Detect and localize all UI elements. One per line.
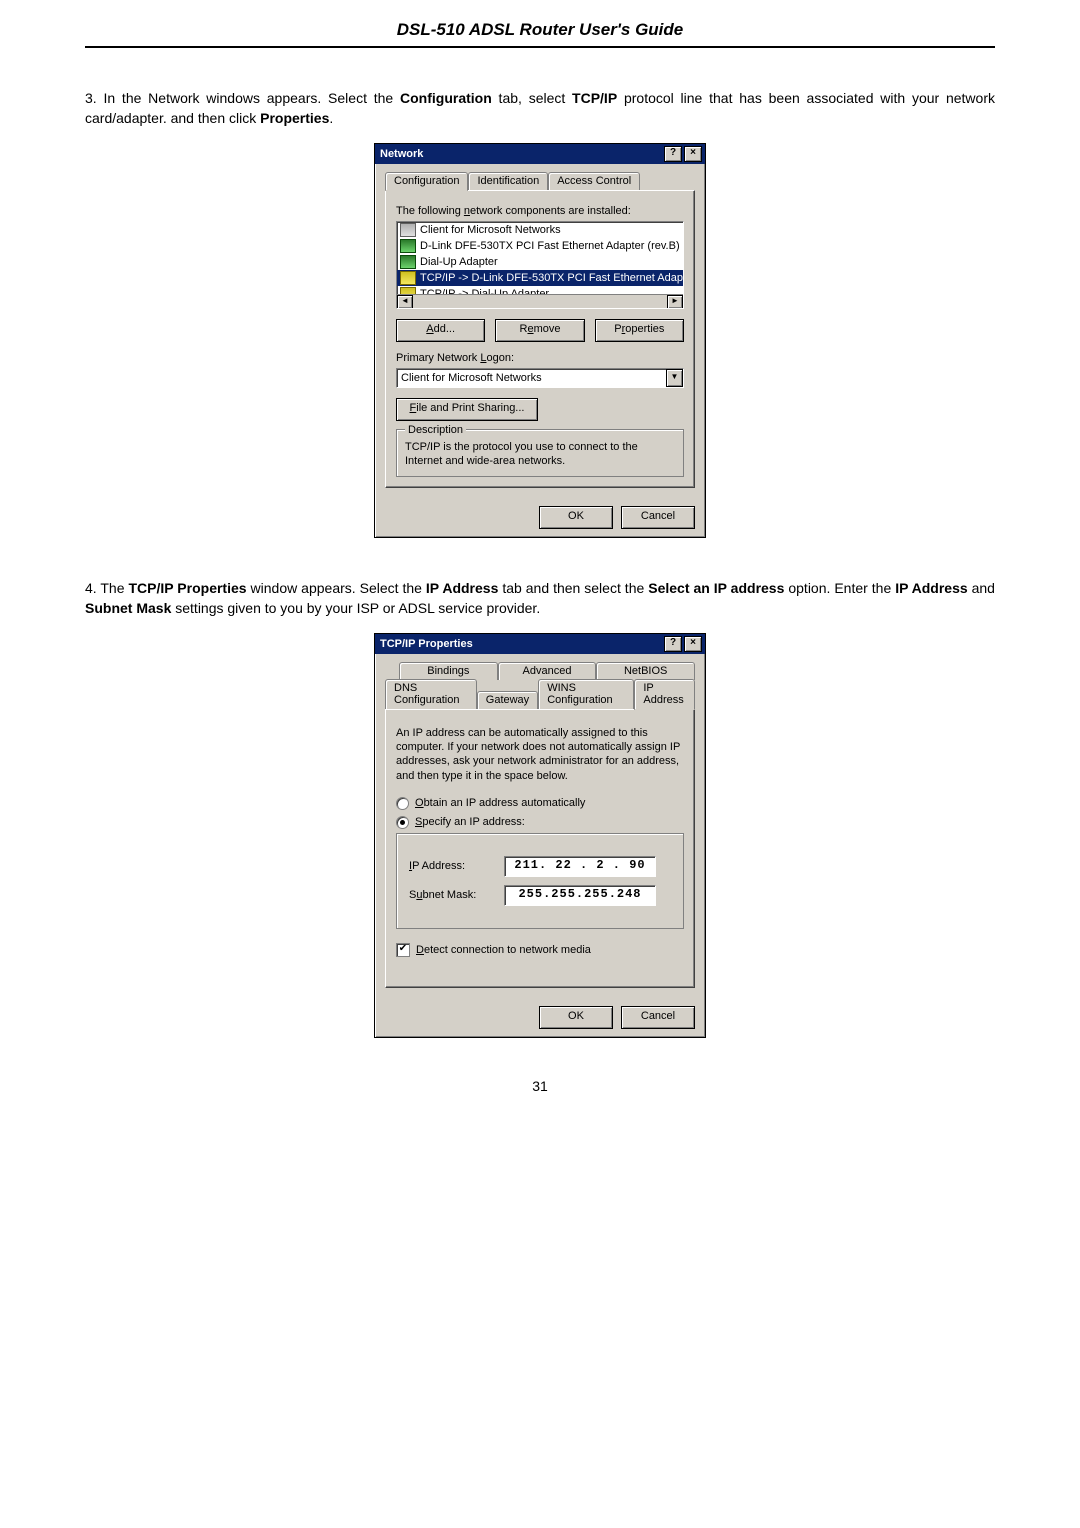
tab-ip-address[interactable]: IP Address	[634, 679, 695, 710]
tab-identification[interactable]: Identification	[468, 172, 548, 190]
tab-configuration[interactable]: Configuration	[385, 172, 468, 191]
primary-logon-combo[interactable]: Client for Microsoft Networks ▼	[396, 368, 684, 388]
nic-icon	[400, 239, 416, 253]
doc-title: DSL-510 ADSL Router User's Guide	[85, 20, 995, 46]
radio-icon	[396, 797, 409, 810]
radio-obtain-auto[interactable]: Obtain an IP address automatically	[396, 797, 684, 810]
ip-address-label: IP Address:	[409, 860, 494, 872]
header-rule	[85, 46, 995, 48]
components-label: The following network components are ins…	[396, 205, 684, 217]
properties-button[interactable]: Properties	[595, 319, 684, 342]
radio-icon	[396, 816, 409, 829]
h-scrollbar[interactable]: ◄ ►	[397, 294, 683, 308]
protocol-icon	[400, 271, 416, 285]
help-icon[interactable]: ?	[664, 146, 682, 162]
remove-button[interactable]: Remove	[495, 319, 584, 342]
list-item-selected[interactable]: TCP/IP -> D-Link DFE-530TX PCI Fast Ethe…	[397, 270, 683, 286]
step4-text: 4. The TCP/IP Properties window appears.…	[85, 578, 995, 619]
network-dialog: Network ? × Configuration Identification…	[374, 143, 706, 539]
specify-ip-group: IP Address: 211. 22 . 2 . 90 Subnet Mask…	[396, 833, 684, 929]
cancel-button[interactable]: Cancel	[621, 1006, 695, 1029]
network-titlebar: Network ? ×	[375, 144, 705, 164]
subnet-mask-input[interactable]: 255.255.255.248	[504, 885, 656, 906]
components-listbox[interactable]: Client for Microsoft Networks D-Link DFE…	[396, 221, 684, 309]
detect-connection-checkbox[interactable]: ✔ Detect connection to network media	[396, 943, 684, 957]
help-icon[interactable]: ?	[664, 636, 682, 652]
primary-logon-label: Primary Network Logon:	[396, 352, 684, 364]
scroll-right-icon[interactable]: ►	[667, 295, 683, 309]
tab-advanced[interactable]: Advanced	[498, 662, 597, 680]
ok-button[interactable]: OK	[539, 506, 613, 529]
add-button[interactable]: Add...	[396, 319, 485, 342]
description-group: Description TCP/IP is the protocol you u…	[396, 429, 684, 478]
step3-text: 3. In the Network windows appears. Selec…	[85, 88, 995, 129]
network-title: Network	[378, 148, 662, 160]
primary-logon-value: Client for Microsoft Networks	[397, 371, 666, 385]
chevron-down-icon[interactable]: ▼	[666, 369, 683, 387]
checkbox-icon: ✔	[396, 943, 410, 957]
description-title: Description	[405, 424, 466, 436]
client-icon	[400, 223, 416, 237]
page-number: 31	[85, 1078, 995, 1094]
ip-help-text: An IP address can be automatically assig…	[396, 726, 684, 783]
tab-netbios[interactable]: NetBIOS	[596, 662, 695, 680]
tab-bindings[interactable]: Bindings	[399, 662, 498, 680]
network-tabs: Configuration Identification Access Cont…	[385, 172, 695, 190]
ok-button[interactable]: OK	[539, 1006, 613, 1029]
list-item[interactable]: D-Link DFE-530TX PCI Fast Ethernet Adapt…	[397, 238, 683, 254]
radio-specify-ip[interactable]: Specify an IP address:	[396, 816, 684, 829]
tcpip-titlebar: TCP/IP Properties ? ×	[375, 634, 705, 654]
file-print-sharing-button[interactable]: File and Print Sharing...	[396, 398, 538, 421]
list-item[interactable]: Dial-Up Adapter	[397, 254, 683, 270]
close-icon[interactable]: ×	[684, 146, 702, 162]
scroll-left-icon[interactable]: ◄	[397, 295, 413, 309]
ip-address-input[interactable]: 211. 22 . 2 . 90	[504, 856, 656, 877]
tab-dns-config[interactable]: DNS Configuration	[385, 679, 477, 709]
tcpip-dialog: TCP/IP Properties ? × Bindings Advanced …	[374, 633, 706, 1038]
close-icon[interactable]: ×	[684, 636, 702, 652]
tcpip-tabs-back: Bindings Advanced NetBIOS	[385, 662, 695, 680]
tab-gateway[interactable]: Gateway	[477, 691, 538, 709]
description-text: TCP/IP is the protocol you use to connec…	[405, 440, 675, 469]
tcpip-tabs-front: DNS Configuration Gateway WINS Configura…	[385, 679, 695, 709]
tcpip-title: TCP/IP Properties	[378, 638, 662, 650]
tab-access-control[interactable]: Access Control	[548, 172, 640, 190]
nic-icon	[400, 255, 416, 269]
cancel-button[interactable]: Cancel	[621, 506, 695, 529]
subnet-mask-label: Subnet Mask:	[409, 889, 494, 901]
list-item[interactable]: Client for Microsoft Networks	[397, 222, 683, 238]
tab-wins-config[interactable]: WINS Configuration	[538, 679, 634, 709]
